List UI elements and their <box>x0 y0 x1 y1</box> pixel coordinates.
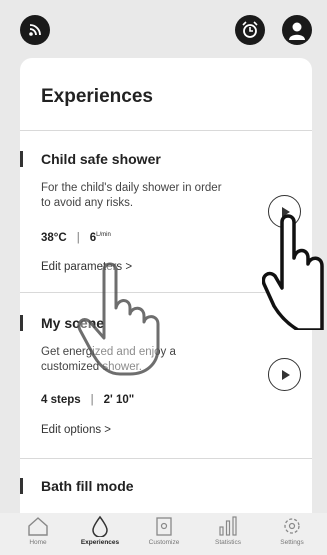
section-meta: 38°C | 6L/min <box>41 232 111 244</box>
divider <box>20 130 312 131</box>
hand-pointer-icon <box>77 262 160 376</box>
play-button[interactable] <box>268 358 301 391</box>
tab-label: Home <box>29 539 47 546</box>
duration-value: 2' 10" <box>103 394 135 406</box>
alarm-clock-icon[interactable] <box>235 15 265 45</box>
section-marker <box>20 151 23 167</box>
customize-icon <box>156 517 172 536</box>
divider <box>20 458 312 459</box>
section-title: Bath fill mode <box>41 478 134 494</box>
section-meta: 4 steps | 2' 10" <box>41 394 135 406</box>
home-icon <box>28 517 48 536</box>
bottom-tab-bar: Home Experiences Customize Statistics Se… <box>0 513 327 555</box>
section-marker <box>20 478 23 494</box>
page-title: Experiences <box>41 86 153 107</box>
tab-settings[interactable]: Settings <box>262 515 322 546</box>
tab-statistics[interactable]: Statistics <box>198 515 258 546</box>
temperature-value: 38°C <box>41 232 67 244</box>
tab-label: Customize <box>148 539 180 546</box>
connection-icon[interactable] <box>20 15 50 45</box>
section-description: For the child's daily shower in order to… <box>41 182 222 209</box>
steps-value: 4 steps <box>41 394 81 406</box>
top-bar <box>0 0 327 58</box>
drop-icon <box>92 515 108 537</box>
tab-label: Statistics <box>214 539 241 546</box>
settings-icon <box>284 518 300 534</box>
tab-label: Settings <box>280 539 304 546</box>
statistics-icon <box>219 516 237 536</box>
tab-home[interactable]: Home <box>8 515 68 546</box>
play-icon <box>281 369 290 380</box>
tab-customize[interactable]: Customize <box>134 515 194 546</box>
tab-experiences[interactable]: Experiences <box>70 515 130 546</box>
profile-icon[interactable] <box>282 15 312 45</box>
edit-options-link[interactable]: Edit options > <box>41 424 111 436</box>
tab-label: Experiences <box>80 539 120 546</box>
section-marker <box>20 315 23 331</box>
flow-unit: L/min <box>96 232 111 239</box>
section-title: Child safe shower <box>41 151 161 167</box>
hand-pointer-icon <box>262 214 324 330</box>
